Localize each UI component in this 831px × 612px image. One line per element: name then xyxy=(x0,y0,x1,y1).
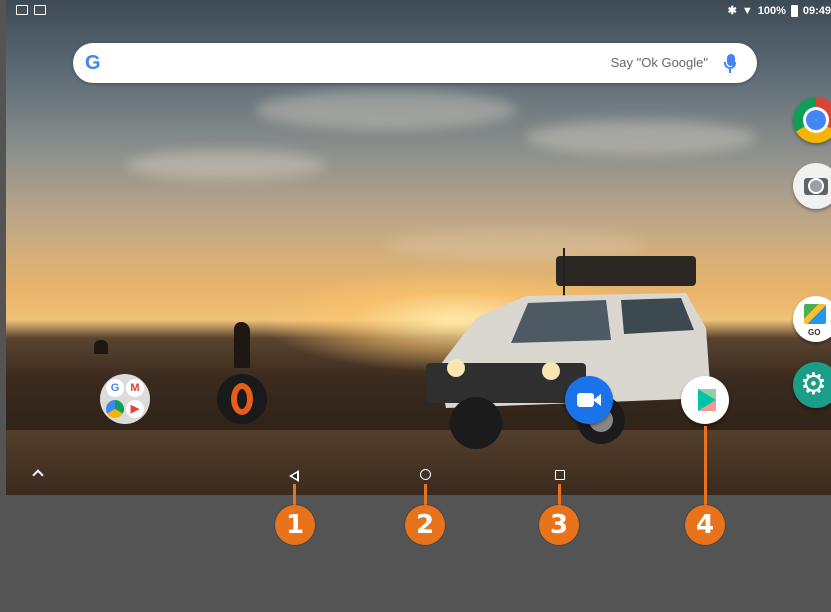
bluetooth-icon: ✱ xyxy=(727,5,737,17)
files-go-app-icon[interactable]: GO xyxy=(793,296,831,342)
callout-leader-1 xyxy=(293,484,296,506)
play-store-app-icon[interactable] xyxy=(681,376,729,424)
battery-icon xyxy=(790,4,798,17)
wheel xyxy=(450,397,502,449)
play-triangle-shade xyxy=(698,389,716,411)
gear-icon: ⚙ xyxy=(800,368,827,401)
up-arrow-icon[interactable] xyxy=(32,469,44,481)
duo-app-icon[interactable] xyxy=(565,376,613,424)
vehicle-image xyxy=(426,248,711,449)
chrome-app-icon[interactable] xyxy=(793,97,831,143)
callout-3: 3 xyxy=(539,505,579,545)
opera-app-icon[interactable] xyxy=(217,374,267,424)
side-window xyxy=(621,298,694,334)
callout-leader-3 xyxy=(558,484,561,506)
play-movies-icon: ▶ xyxy=(126,400,144,418)
callout-leader-2 xyxy=(424,484,427,506)
google-logo-icon: G xyxy=(85,52,101,74)
termite-mound xyxy=(234,322,250,368)
gmail-icon: M xyxy=(126,379,144,397)
photo-icon xyxy=(34,5,46,15)
callout-4: 4 xyxy=(685,505,725,545)
callout-2: 2 xyxy=(405,505,445,545)
home-icon[interactable] xyxy=(420,469,431,480)
google-apps-folder[interactable]: G M ▶ xyxy=(100,374,150,424)
recents-icon[interactable] xyxy=(555,470,565,480)
drive-icon xyxy=(106,400,124,418)
headlight xyxy=(447,359,465,377)
settings-app-icon[interactable]: ⚙ xyxy=(793,362,831,408)
termite-mound xyxy=(94,340,108,354)
back-icon[interactable] xyxy=(289,470,299,482)
video-camera-lens xyxy=(593,394,601,406)
files-go-label: GO xyxy=(808,328,821,337)
video-camera-icon xyxy=(577,393,594,407)
google-search-bar[interactable]: G Say "Ok Google" xyxy=(73,43,757,83)
cloud xyxy=(526,120,756,155)
roof-rack xyxy=(556,256,696,286)
headlight xyxy=(542,362,560,380)
camera-app-icon[interactable] xyxy=(793,163,831,209)
system-icons: ✱ ▼ 100% 09:49 xyxy=(728,4,831,17)
navigation-bar xyxy=(6,458,831,495)
wifi-icon: ▼ xyxy=(741,4,753,17)
mic-stand xyxy=(729,69,731,73)
status-bar: ✱ ▼ 100% 09:49 xyxy=(6,0,831,22)
callout-1: 1 xyxy=(275,505,315,545)
cloud xyxy=(126,150,326,180)
files-go-logo xyxy=(804,304,826,324)
battery-percent: 100% xyxy=(757,4,786,17)
callout-leader-4 xyxy=(704,426,707,506)
notification-icons xyxy=(16,5,46,15)
mic-icon[interactable] xyxy=(724,54,736,69)
search-hint: Say "Ok Google" xyxy=(610,55,708,70)
google-icon: G xyxy=(106,379,124,397)
clock: 09:49 xyxy=(802,4,831,17)
cloud xyxy=(256,90,516,130)
image-icon xyxy=(16,5,28,15)
